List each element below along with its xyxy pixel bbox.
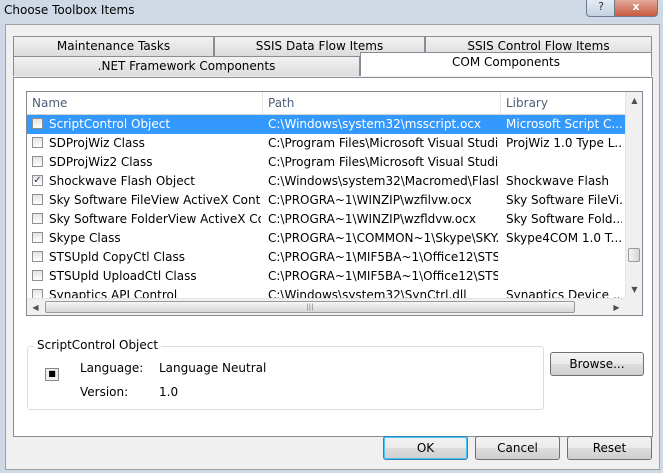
scroll-up-icon[interactable]: ▲: [626, 92, 642, 109]
scroll-left-icon[interactable]: ◀: [27, 299, 44, 315]
row-library: Shockwave Flash: [506, 174, 610, 188]
version-label: Version:: [80, 385, 129, 399]
row-checkbox[interactable]: [32, 213, 43, 224]
row-checkbox[interactable]: [32, 118, 43, 129]
row-path: C:\Windows\system32\Macromed\Flash...: [268, 174, 498, 188]
row-name: STSUpld CopyCtl Class: [49, 250, 185, 264]
row-name: Shockwave Flash Object: [49, 174, 195, 188]
component-list[interactable]: Name Path Library ScriptControl Object C:…: [26, 91, 643, 316]
row-path: C:\PROGRA~1\WINZIP\wzfldvw.ocx: [268, 212, 476, 226]
browse-button[interactable]: Browse...: [550, 352, 644, 376]
table-row[interactable]: STSUpld CopyCtl Class C:\PROGRA~1\MIF5BA~…: [27, 248, 625, 267]
row-library: Microsoft Script C...: [506, 117, 622, 131]
reset-button[interactable]: Reset: [567, 436, 652, 460]
tab-com-components[interactable]: COM Components: [360, 52, 652, 76]
check-icon: ✓: [33, 175, 42, 186]
component-icon: ■: [45, 368, 59, 381]
row-checkbox[interactable]: [32, 232, 43, 243]
table-row[interactable]: Sky Software FileView ActiveX Control ..…: [27, 191, 625, 210]
language-value: Language Neutral: [159, 361, 267, 375]
table-row[interactable]: Skype Class C:\PROGRA~1\COMMON~1\Skype\SK…: [27, 229, 625, 248]
row-checkbox[interactable]: [32, 251, 43, 262]
vertical-scrollbar[interactable]: ▲ ▼: [625, 92, 642, 298]
row-path: C:\Program Files\Microsoft Visual Studio…: [268, 155, 498, 169]
table-row[interactable]: Sky Software FolderView ActiveX Contr...…: [27, 210, 625, 229]
com-components-panel: Name Path Library ScriptControl Object C:…: [13, 77, 653, 437]
row-path: C:\PROGRA~1\COMMON~1\Skype\SKY...: [268, 231, 498, 245]
row-path: C:\Windows\system32\msscript.ocx: [268, 117, 482, 131]
row-checkbox[interactable]: [32, 137, 43, 148]
row-checkbox[interactable]: [32, 270, 43, 281]
row-path: C:\Program Files\Microsoft Visual Studio…: [268, 136, 498, 150]
row-checkbox[interactable]: [32, 156, 43, 167]
column-header-path[interactable]: Path: [263, 92, 501, 114]
tab-maintenance-tasks[interactable]: Maintenance Tasks: [13, 36, 214, 56]
table-row[interactable]: ScriptControl Object C:\Windows\system32\…: [27, 115, 625, 134]
column-header-library[interactable]: Library: [501, 92, 625, 114]
row-library: [506, 267, 622, 286]
row-name: SDProjWiz Class: [49, 136, 145, 150]
table-row[interactable]: SDProjWiz Class C:\Program Files\Microsof…: [27, 134, 625, 153]
row-name: SDProjWiz2 Class: [49, 155, 153, 169]
window-title: Choose Toolbox Items: [4, 3, 135, 17]
title-bar[interactable]: Choose Toolbox Items ? x: [0, 0, 663, 22]
row-path: C:\PROGRA~1\WINZIP\wzfilvw.ocx: [268, 193, 472, 207]
table-row[interactable]: ✓ Shockwave Flash Object C:\Windows\system…: [27, 172, 625, 191]
row-name: Sky Software FolderView ActiveX Contr...: [49, 212, 261, 226]
row-path: C:\PROGRA~1\MIF5BA~1\Office12\STSU...: [268, 269, 498, 283]
scroll-down-icon[interactable]: ▼: [626, 281, 642, 298]
row-name: Skype Class: [49, 231, 121, 245]
horizontal-scroll-thumb[interactable]: |||: [45, 301, 575, 313]
scroll-right-icon[interactable]: ▶: [608, 299, 625, 315]
ok-button[interactable]: OK: [383, 436, 468, 460]
horizontal-scrollbar[interactable]: ◀ ||| ▶: [27, 298, 625, 315]
row-name: Sky Software FileView ActiveX Control ..…: [49, 193, 261, 207]
row-library: [506, 153, 622, 172]
row-library: [506, 248, 622, 267]
dialog-body: Maintenance Tasks SSIS Data Flow Items S…: [5, 24, 660, 470]
close-button[interactable]: x: [614, 0, 658, 17]
vertical-scroll-thumb[interactable]: [628, 248, 640, 262]
selected-item-details: ScriptControl Object ■ Language: Languag…: [27, 338, 544, 410]
tab-net-framework-components[interactable]: .NET Framework Components: [13, 56, 360, 76]
details-title: ScriptControl Object: [34, 338, 162, 352]
scroll-corner: [625, 298, 642, 315]
row-path: C:\PROGRA~1\MIF5BA~1\Office12\STSU...: [268, 250, 498, 264]
column-header-name[interactable]: Name: [27, 92, 263, 114]
language-label: Language:: [80, 361, 144, 375]
cancel-button[interactable]: Cancel: [475, 436, 560, 460]
help-button[interactable]: ?: [586, 0, 616, 17]
version-value: 1.0: [159, 385, 179, 399]
table-row[interactable]: STSUpld UploadCtl Class C:\PROGRA~1\MIF5B…: [27, 267, 625, 286]
row-library: ProjWiz 1.0 Type L...: [506, 136, 622, 150]
list-header: Name Path Library: [27, 92, 625, 115]
row-library: Skype4COM 1.0 T...: [506, 231, 622, 245]
row-library: Sky Software FileVi...: [506, 193, 622, 207]
row-name: STSUpld UploadCtl Class: [49, 269, 197, 283]
row-library: Sky Software Fold...: [506, 212, 622, 226]
table-row[interactable]: SDProjWiz2 Class C:\Program Files\Microso…: [27, 153, 625, 172]
row-checkbox[interactable]: [32, 194, 43, 205]
row-name: ScriptControl Object: [49, 117, 171, 131]
row-checkbox[interactable]: ✓: [32, 175, 43, 186]
